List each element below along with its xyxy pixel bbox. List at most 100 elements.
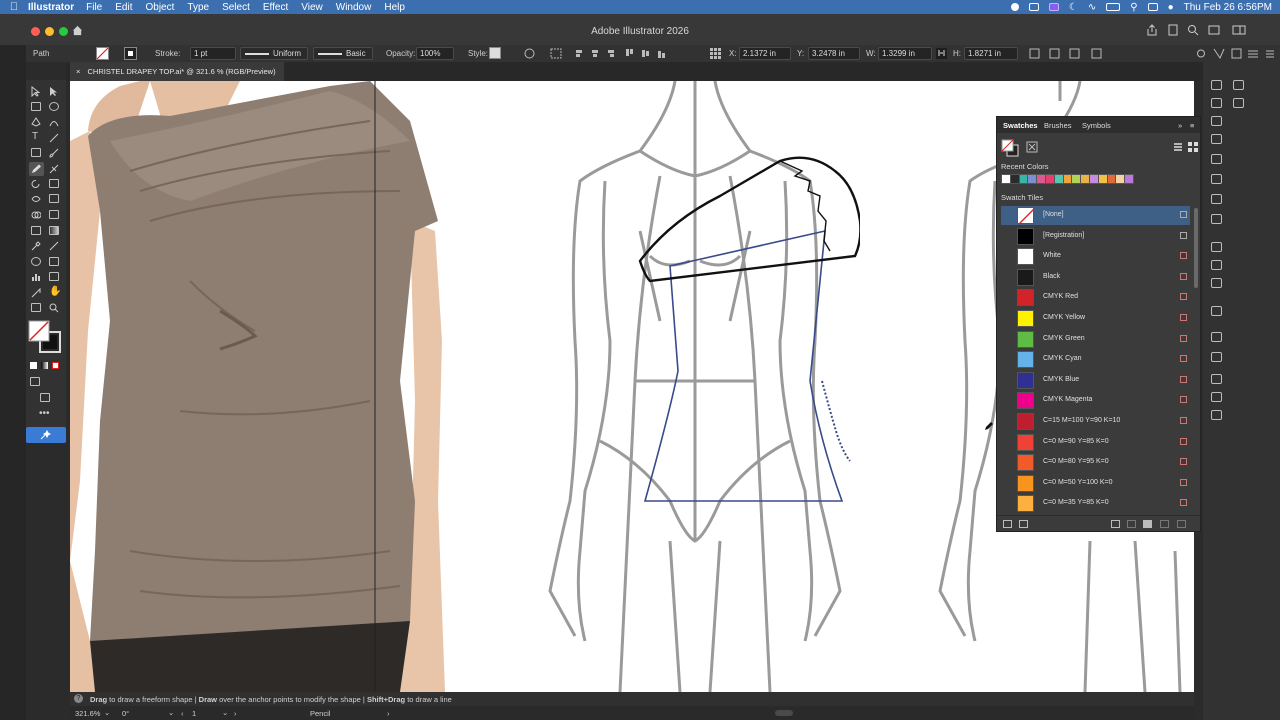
- fill-stroke-widget[interactable]: [28, 320, 62, 354]
- shaper-tool-icon[interactable]: [49, 164, 59, 174]
- pencil-tool-active[interactable]: [29, 162, 44, 176]
- zoom-dropdown-icon[interactable]: ⌄: [104, 708, 110, 717]
- eyedropper-tool-icon[interactable]: [31, 241, 41, 251]
- swatch-row[interactable]: C=15 M=100 Y=90 K=10: [1001, 412, 1190, 431]
- menu-select[interactable]: Select: [222, 2, 250, 13]
- paintbrush-tool-icon[interactable]: [49, 148, 59, 158]
- zoom-level[interactable]: 321.6%: [75, 709, 100, 718]
- artboards-icon[interactable]: [1211, 392, 1222, 402]
- swatch-options-icon[interactable]: [1127, 520, 1136, 528]
- selection-tool-icon[interactable]: [31, 86, 41, 97]
- document-tab[interactable]: × CHRISTEL DRAPEY TOP.ai* @ 321.6 % (RGB…: [70, 62, 284, 81]
- delete-swatch-icon[interactable]: [1177, 520, 1186, 528]
- scale-tool-icon[interactable]: [49, 179, 59, 188]
- help-icon[interactable]: ?: [74, 694, 83, 703]
- mesh-tool-icon[interactable]: [31, 226, 41, 235]
- recolor-icon[interactable]: [524, 48, 535, 59]
- none-button[interactable]: [52, 362, 59, 369]
- place-swatches-icon[interactable]: [1019, 520, 1028, 528]
- rotate-tool-icon[interactable]: [31, 179, 41, 189]
- layers-panel-icon[interactable]: [1211, 98, 1222, 108]
- swatch-row[interactable]: [Registration]: [1001, 227, 1190, 246]
- battery-icon[interactable]: [1106, 3, 1121, 11]
- menu-type[interactable]: Type: [187, 2, 209, 13]
- artboard-number[interactable]: 1: [192, 709, 196, 718]
- reference-photo[interactable]: [70, 81, 445, 692]
- close-tab-icon[interactable]: ×: [76, 67, 80, 76]
- menubar-clock[interactable]: Thu Feb 26 6:56PM: [1184, 2, 1272, 13]
- extra-panel-icon-2[interactable]: [1233, 98, 1244, 108]
- pen-tool-icon[interactable]: [31, 117, 41, 127]
- share-icon[interactable]: [1146, 24, 1158, 36]
- artboard-prev-icon[interactable]: ‹: [181, 709, 184, 718]
- horizontal-scrollbar[interactable]: [775, 710, 793, 716]
- user-icon[interactable]: ●: [1168, 2, 1174, 13]
- search-icon[interactable]: [1187, 24, 1199, 36]
- tab-symbols[interactable]: Symbols: [1082, 121, 1111, 130]
- tab-swatches[interactable]: Swatches: [1003, 121, 1038, 130]
- collapse-panel-icon[interactable]: »: [1178, 121, 1182, 130]
- shape-mode-icons[interactable]: [1004, 48, 1104, 59]
- width-tool-icon[interactable]: [31, 194, 41, 204]
- new-color-group-icon[interactable]: [1143, 520, 1152, 528]
- gradient-tool-icon[interactable]: [49, 226, 59, 235]
- color-panel-icon[interactable]: [1211, 154, 1222, 164]
- swatch-row[interactable]: CMYK Red: [1001, 288, 1190, 307]
- wifi-icon[interactable]: ∿: [1088, 2, 1096, 13]
- measure-tool-icon[interactable]: [49, 241, 59, 251]
- hand-tool-icon[interactable]: ✋: [49, 286, 61, 297]
- y-field[interactable]: 3.2478 in: [808, 47, 860, 60]
- workspace-icon[interactable]: [1208, 24, 1220, 36]
- variable-width-profile[interactable]: Uniform: [240, 47, 308, 60]
- gradient-button[interactable]: [41, 362, 48, 369]
- swatch-list-scrollbar[interactable]: [1194, 208, 1198, 288]
- print-tiling-tool-icon[interactable]: [31, 303, 41, 312]
- swatch-row[interactable]: CMYK Green: [1001, 330, 1190, 349]
- curvature-tool-icon[interactable]: [49, 117, 59, 127]
- stroke-swatch[interactable]: [124, 47, 137, 60]
- swatches-panel-icon[interactable]: [1211, 174, 1222, 184]
- opacity-field[interactable]: 100%: [416, 47, 454, 60]
- stroke-panel-icon[interactable]: [1211, 242, 1222, 252]
- symbol-sprayer-tool-icon[interactable]: [49, 257, 59, 266]
- grid-view-icon[interactable]: [1188, 142, 1198, 152]
- align-panel-icon[interactable]: [1211, 352, 1222, 362]
- screen-mode-icon[interactable]: [40, 393, 50, 402]
- brush-definition[interactable]: Basic: [313, 47, 373, 60]
- artboard-dropdown-icon[interactable]: ⌄: [222, 708, 228, 717]
- menu-object[interactable]: Object: [145, 2, 174, 13]
- rotation-value[interactable]: 0°: [122, 709, 129, 718]
- status-menu-icon[interactable]: ›: [387, 709, 390, 718]
- rectangle-tool-icon[interactable]: [31, 148, 41, 157]
- menu-help[interactable]: Help: [384, 2, 405, 13]
- line-tool-icon[interactable]: [49, 133, 59, 143]
- swatch-row[interactable]: C=0 M=35 Y=85 K=0: [1001, 494, 1190, 513]
- panel-menu-icon[interactable]: ≡: [1190, 121, 1194, 130]
- blend-tool-icon[interactable]: [31, 257, 41, 266]
- zoom-tool-icon[interactable]: [49, 303, 59, 313]
- search-icon[interactable]: ⚲: [1130, 2, 1137, 13]
- w-field[interactable]: 1.3299 in: [878, 47, 932, 60]
- transparency-panel-icon[interactable]: [1211, 278, 1222, 288]
- rotation-dropdown-icon[interactable]: ⌄: [168, 708, 174, 717]
- column-graph-tool-icon[interactable]: [31, 272, 41, 282]
- swatch-row[interactable]: CMYK Magenta: [1001, 391, 1190, 410]
- style-swatch[interactable]: [489, 47, 501, 59]
- graphic-styles-icon[interactable]: [1211, 332, 1222, 342]
- slice-tool-icon[interactable]: [31, 288, 41, 298]
- swatch-row[interactable]: [None]: [1001, 206, 1190, 225]
- show-swatch-kinds-icon[interactable]: [1026, 141, 1038, 153]
- swatch-row[interactable]: White: [1001, 247, 1190, 266]
- extra-panel-icon[interactable]: [1233, 80, 1244, 90]
- menu-effect[interactable]: Effect: [263, 2, 288, 13]
- layers-icon[interactable]: [1211, 374, 1222, 384]
- brushes-panel-icon[interactable]: [1211, 194, 1222, 204]
- link-proportions-icon[interactable]: [936, 48, 947, 59]
- stroke-weight-field[interactable]: 1 pt: [190, 47, 236, 60]
- shape-builder-tool-icon[interactable]: [31, 210, 41, 220]
- menu-edit[interactable]: Edit: [115, 2, 132, 13]
- list-view-icon[interactable]: [1173, 142, 1183, 152]
- moon-icon[interactable]: ☾: [1069, 2, 1078, 13]
- type-tool-icon[interactable]: T: [32, 131, 38, 142]
- swatch-row[interactable]: C=0 M=90 Y=85 K=0: [1001, 433, 1190, 452]
